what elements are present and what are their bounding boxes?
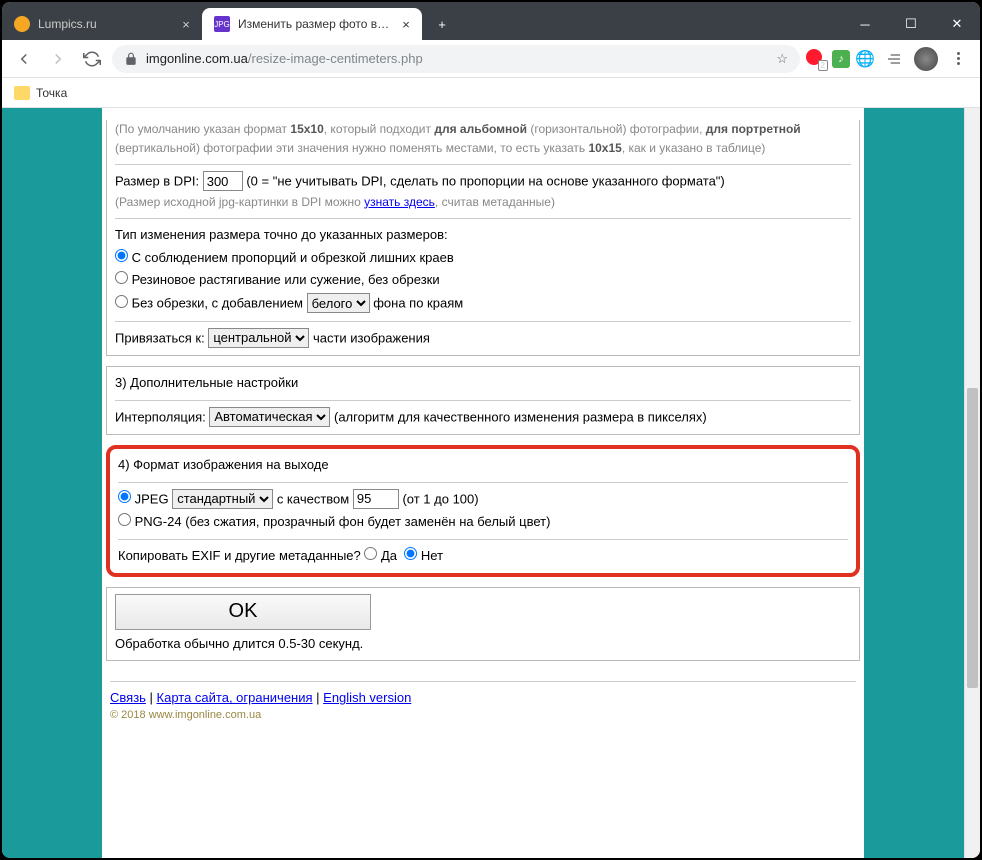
tab-title: Lumpics.ru xyxy=(38,17,170,31)
lock-icon xyxy=(124,52,138,66)
format-png-radio[interactable] xyxy=(118,513,131,526)
bookmarks-bar: Точка xyxy=(2,78,980,108)
close-window-icon[interactable]: ✕ xyxy=(934,8,980,40)
footer-links: Связь | Карта сайта, ограничения | Engli… xyxy=(110,681,856,705)
dpi-input[interactable] xyxy=(203,171,243,191)
music-ext-icon[interactable]: ♪ xyxy=(832,50,850,68)
reload-button[interactable] xyxy=(78,45,106,73)
page-background: (По умолчанию указан формат 15x10, котор… xyxy=(2,108,964,858)
interpolation-row: Интерполяция: Автоматическая (алгоритм д… xyxy=(115,407,851,428)
dpi-row: Размер в DPI: (0 = "не учитывать DPI, сд… xyxy=(115,171,851,192)
browser-titlebar: Lumpics.ru × JPG Изменить размер фото в … xyxy=(2,2,980,78)
tab-title: Изменить размер фото в санти xyxy=(238,17,390,31)
maximize-icon[interactable]: ☐ xyxy=(888,8,934,40)
forward-button[interactable] xyxy=(44,45,72,73)
ok-button[interactable]: OK xyxy=(115,594,371,630)
close-icon[interactable]: × xyxy=(398,16,414,32)
url-text: imgonline.com.ua/resize-image-centimeter… xyxy=(146,51,768,66)
viewport: (По умолчанию указан формат 15x10, котор… xyxy=(2,108,980,858)
back-button[interactable] xyxy=(10,45,38,73)
favicon-lumpics-icon xyxy=(14,16,30,32)
section-2-panel: (По умолчанию указан формат 15x10, котор… xyxy=(106,120,860,356)
menu-button[interactable] xyxy=(944,45,972,73)
section-4-title: 4) Формат изображения на выходе xyxy=(118,455,848,476)
submit-panel: OK Обработка обычно длится 0.5-30 секунд… xyxy=(106,587,860,662)
resize-type-proportional[interactable] xyxy=(115,249,128,262)
padding-color-select[interactable]: белого xyxy=(307,293,370,313)
resize-type-stretch[interactable] xyxy=(115,271,128,284)
minimize-icon[interactable]: ─ xyxy=(842,8,888,40)
contact-link[interactable]: Связь xyxy=(110,690,146,705)
sitemap-link[interactable]: Карта сайта, ограничения xyxy=(157,690,313,705)
scrollbar-thumb[interactable] xyxy=(967,388,978,688)
new-tab-button[interactable]: + xyxy=(428,10,456,38)
reading-list-icon[interactable] xyxy=(880,45,908,73)
english-link[interactable]: English version xyxy=(323,690,411,705)
star-icon[interactable]: ☆ xyxy=(776,51,788,67)
section-3-panel: 3) Дополнительные настройки Интерполяция… xyxy=(106,366,860,435)
section-4-panel: 4) Формат изображения на выходе JPEG ста… xyxy=(106,445,860,577)
globe-ext-icon[interactable]: 🌐 xyxy=(856,50,874,68)
dpi-learn-link[interactable]: узнать здесь xyxy=(364,195,435,209)
format-note: (По умолчанию указан формат 15x10, котор… xyxy=(115,120,851,158)
format-jpeg-radio[interactable] xyxy=(118,490,131,503)
section-3-title: 3) Дополнительные настройки xyxy=(115,373,851,394)
resize-type-label: Тип изменения размера точно до указанных… xyxy=(115,225,851,246)
tab-strip: Lumpics.ru × JPG Изменить размер фото в … xyxy=(2,2,980,40)
tab-lumpics[interactable]: Lumpics.ru × xyxy=(2,8,202,40)
copyright-text: © 2018 www.imgonline.com.ua xyxy=(110,709,856,721)
scrollbar-track[interactable] xyxy=(964,108,980,858)
dpi-subnote: (Размер исходной jpg-картинки в DPI можн… xyxy=(115,193,851,212)
interpolation-select[interactable]: Автоматическая xyxy=(209,407,330,427)
close-icon[interactable]: × xyxy=(178,16,194,32)
anchor-row: Привязаться к: центральной части изображ… xyxy=(115,328,851,349)
resize-type-padding[interactable] xyxy=(115,295,128,308)
exif-row: Копировать EXIF и другие метаданные? Да … xyxy=(118,546,848,567)
favicon-imgonline-icon: JPG xyxy=(214,16,230,32)
exif-no-radio[interactable] xyxy=(404,547,417,560)
folder-icon xyxy=(14,86,30,100)
exif-yes-radio[interactable] xyxy=(364,547,377,560)
jpeg-subtype-select[interactable]: стандартный xyxy=(172,489,273,509)
tab-imgonline[interactable]: JPG Изменить размер фото в санти × xyxy=(202,8,422,40)
address-row: imgonline.com.ua/resize-image-centimeter… xyxy=(2,40,980,78)
opera-ext-icon[interactable]: 2 xyxy=(806,49,826,69)
profile-avatar[interactable] xyxy=(914,47,938,71)
page-content: (По умолчанию указан формат 15x10, котор… xyxy=(102,108,864,858)
address-bar[interactable]: imgonline.com.ua/resize-image-centimeter… xyxy=(112,45,800,73)
anchor-select[interactable]: центральной xyxy=(208,328,309,348)
processing-note: Обработка обычно длится 0.5-30 секунд. xyxy=(115,634,851,655)
bookmark-item[interactable]: Точка xyxy=(36,86,67,100)
jpeg-quality-input[interactable] xyxy=(353,489,399,509)
